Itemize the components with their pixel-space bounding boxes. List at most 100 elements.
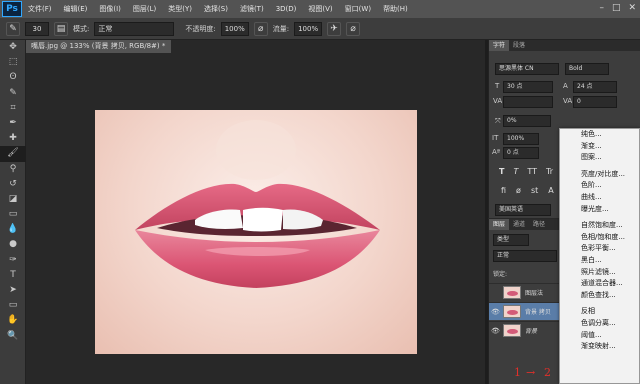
brush-size-picker[interactable]: 30	[25, 21, 49, 36]
quick-select-icon[interactable]: ✎	[0, 86, 26, 101]
blur-icon[interactable]: 💧	[0, 222, 26, 237]
minimize-icon[interactable]: –	[599, 3, 604, 13]
layer-row[interactable]: 图层法	[489, 283, 559, 301]
menu-help[interactable]: 帮助(H)	[377, 4, 414, 14]
font-size-input[interactable]: 30 点	[503, 81, 553, 93]
menu-item-adjustment[interactable]: 曝光度...	[560, 204, 639, 216]
ligature-icon[interactable]: fi	[501, 186, 506, 195]
airbrush-icon[interactable]: ✈	[327, 21, 342, 36]
faux-bold-icon[interactable]: T	[499, 167, 504, 176]
window-controls: – □ ✕	[599, 3, 636, 13]
close-icon[interactable]: ✕	[628, 3, 636, 13]
tools-panel: ✥ ⬚ ʘ ✎ ⌗ ✒ ✚ 🖌 ⚲ ↺ ◪ ▭ 💧 ● ✑ T ➤ ▭ ✋ 🔍	[0, 40, 26, 384]
menu-filter[interactable]: 滤镜(T)	[234, 4, 270, 14]
menu-item-adjustment[interactable]: 阈值...	[560, 330, 639, 342]
layer-row-selected[interactable]: 👁 背景 拷贝	[489, 302, 559, 320]
pen-icon[interactable]: ✑	[0, 253, 26, 268]
discretionary-ligature-icon[interactable]: st	[531, 186, 538, 195]
vertical-scale-input[interactable]: 100%	[503, 133, 539, 145]
tab-character[interactable]: 字符	[489, 40, 510, 51]
menu-image[interactable]: 图像(I)	[93, 4, 127, 14]
oldstyle-icon[interactable]: ø	[516, 186, 521, 195]
gradient-icon[interactable]: ▭	[0, 207, 26, 222]
menu-type[interactable]: 类型(Y)	[162, 4, 198, 14]
layer-name: 背景	[525, 328, 538, 335]
menu-item-adjustment[interactable]: 色阶...	[560, 180, 639, 192]
menu-view[interactable]: 视图(V)	[302, 4, 338, 14]
language-select[interactable]: 美国英语	[495, 204, 551, 216]
menu-item-adjustment[interactable]: 渐变映射...	[560, 341, 639, 353]
mode-select[interactable]: 正常	[94, 21, 175, 36]
tab-paragraph[interactable]: 段落	[509, 40, 529, 51]
marquee-icon[interactable]: ⬚	[0, 55, 26, 70]
lips-image	[135, 120, 380, 288]
tracking-input[interactable]: 0	[573, 96, 617, 108]
stamp-icon[interactable]: ⚲	[0, 162, 26, 177]
menu-edit[interactable]: 编辑(E)	[58, 4, 94, 14]
eraser-icon[interactable]: ◪	[0, 192, 26, 207]
flow-input[interactable]: 100%	[294, 21, 323, 36]
menu-item-adjustment[interactable]: 色调分离...	[560, 318, 639, 330]
font-family-select[interactable]: 思源黑体 CN	[495, 63, 559, 75]
dodge-icon[interactable]: ●	[0, 237, 26, 252]
type-icon[interactable]: T	[0, 268, 26, 283]
menu-item-adjustment[interactable]: 颜色查找...	[560, 290, 639, 302]
menu-item-adjustment[interactable]: 曲线...	[560, 192, 639, 204]
leading-input[interactable]: 24 点	[573, 81, 617, 93]
menu-layer[interactable]: 图层(L)	[127, 4, 162, 14]
lasso-icon[interactable]: ʘ	[0, 70, 26, 85]
pressure-size-icon[interactable]: ⌀	[346, 21, 361, 36]
eye-icon[interactable]: 👁	[489, 327, 500, 335]
menu-select[interactable]: 选择(S)	[198, 4, 234, 14]
layer-row[interactable]: 👁 背景	[489, 321, 559, 339]
menu-window[interactable]: 窗口(W)	[339, 4, 377, 14]
move-icon[interactable]: ✥	[0, 40, 26, 55]
menu-item-adjustment[interactable]: 亮度/对比度...	[560, 169, 639, 181]
kerning-input[interactable]	[503, 96, 553, 108]
brush-icon[interactable]: 🖌	[0, 146, 26, 162]
crop-icon[interactable]: ⌗	[0, 101, 26, 116]
tab-channels[interactable]: 通道	[509, 219, 529, 230]
stylistic-alternates-icon[interactable]: A	[548, 186, 553, 195]
baseline-shift-input[interactable]: 0 点	[503, 147, 539, 159]
font-size-icon: T	[495, 82, 500, 90]
eye-icon[interactable]: 👁	[489, 308, 500, 316]
brush-preset-icon[interactable]: ✎	[6, 21, 20, 36]
menu-item-adjustment[interactable]: 黑白...	[560, 255, 639, 267]
pressure-opacity-icon[interactable]: ⌀	[253, 21, 268, 36]
shape-icon[interactable]: ▭	[0, 298, 26, 313]
opacity-input[interactable]: 100%	[220, 21, 249, 36]
menu-item-adjustment[interactable]: 反相	[560, 306, 639, 318]
tab-paths[interactable]: 路径	[529, 219, 549, 230]
menu-item-adjustment[interactable]: 自然饱和度...	[560, 220, 639, 232]
annotation-arrow: →	[526, 366, 536, 379]
menu-item-adjustment[interactable]: 渐变...	[560, 141, 639, 153]
baseline-percent-input[interactable]: 0%	[503, 115, 551, 127]
menu-item-adjustment[interactable]: 色相/饱和度...	[560, 232, 639, 244]
opentype-buttons: fi ø st A	[501, 186, 554, 195]
layer-name: 背景 拷贝	[525, 309, 551, 316]
menu-item-adjustment[interactable]: 通道混合器...	[560, 278, 639, 290]
small-caps-icon[interactable]: Tr	[546, 167, 553, 176]
font-style-select[interactable]: Bold	[565, 63, 609, 75]
maximize-icon[interactable]: □	[612, 3, 621, 13]
menu-3d[interactable]: 3D(D)	[270, 5, 303, 13]
faux-italic-icon[interactable]: T	[513, 167, 518, 176]
layer-filter-kind[interactable]: 类型	[493, 234, 529, 246]
zoom-icon[interactable]: 🔍	[0, 329, 26, 344]
eyedropper-icon[interactable]: ✒	[0, 116, 26, 131]
path-select-icon[interactable]: ➤	[0, 283, 26, 298]
menu-file[interactable]: 文件(F)	[22, 4, 58, 14]
brush-panel-icon[interactable]: ▤	[54, 21, 68, 36]
tab-layers[interactable]: 图层	[489, 219, 510, 230]
history-brush-icon[interactable]: ↺	[0, 177, 26, 192]
menu-item-adjustment[interactable]: 照片滤镜...	[560, 267, 639, 279]
all-caps-icon[interactable]: TT	[527, 167, 537, 176]
menu-item-adjustment[interactable]: 图案...	[560, 152, 639, 164]
hand-icon[interactable]: ✋	[0, 313, 26, 328]
blend-mode-select[interactable]: 正常	[493, 250, 557, 262]
document-tab[interactable]: 嘴唇.jpg @ 133% (背景 拷贝, RGB/8#) *	[26, 40, 171, 53]
menu-item-adjustment[interactable]: 纯色...	[560, 129, 639, 141]
menu-item-adjustment[interactable]: 色彩平衡...	[560, 243, 639, 255]
healing-icon[interactable]: ✚	[0, 131, 26, 146]
